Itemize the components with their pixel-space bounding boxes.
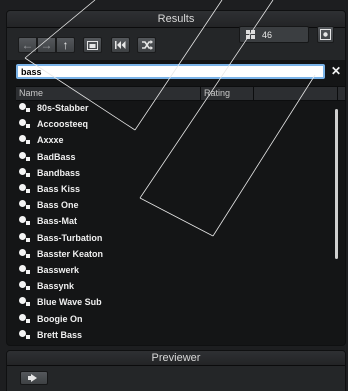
preset-icon [19, 151, 31, 162]
preset-icon [19, 200, 31, 210]
folder-icon [87, 40, 98, 50]
forward-button[interactable]: → [37, 37, 56, 53]
forward-arrow-icon: → [40, 38, 53, 52]
media-browser: Results ← → ↑ bass ✕ Name Rating 80s-Sta… [0, 0, 348, 391]
list-item-label: Bandbass [37, 167, 81, 178]
shuffle-icon [141, 40, 153, 50]
list-item[interactable]: Basster Keaton [16, 246, 334, 262]
list-item-label: Bass One [37, 200, 79, 211]
preset-icon [19, 232, 31, 243]
skip-back-button[interactable] [111, 37, 130, 53]
list-item[interactable]: Bandbass [16, 165, 334, 181]
preset-icon [19, 184, 31, 194]
list-item[interactable]: Bass-Turbation [16, 230, 334, 246]
result-count-box: 46 [239, 26, 309, 43]
results-scrollbar[interactable] [335, 101, 339, 341]
shuffle-button[interactable] [137, 37, 156, 53]
list-item[interactable]: Accoosteeq [16, 116, 334, 132]
preset-icon [19, 216, 31, 226]
column-header-name[interactable]: Name [16, 87, 201, 100]
back-button[interactable]: ← [18, 37, 37, 53]
preset-icon [19, 313, 31, 324]
list-item-label: Brett Bass [37, 329, 83, 340]
column-header-rating[interactable]: Rating [201, 87, 254, 100]
list-item[interactable]: Bass Kiss [16, 181, 334, 197]
search-input[interactable] [16, 64, 325, 79]
column-header-extra[interactable] [254, 87, 338, 100]
results-panel: Results ← → ↑ bass ✕ Name Rating 80s-Sta… [6, 10, 346, 346]
shuffle-group [137, 37, 156, 53]
results-list: 80s-Stabber Accoosteeq Axxxe BadBass Bandbas… [16, 100, 334, 344]
up-arrow-icon: ↑ [62, 38, 69, 52]
list-item[interactable]: BadBass [16, 149, 334, 165]
preset-icon [19, 297, 31, 307]
skip-back-icon [115, 41, 126, 49]
clear-search-button[interactable]: ✕ [330, 64, 342, 78]
folder-button[interactable] [83, 37, 102, 53]
list-item-label: 80s-Stabber [37, 103, 89, 114]
column-headers: Name Rating [16, 86, 345, 101]
list-item[interactable]: 80s-Stabber [16, 100, 334, 116]
list-item-label: Bass Kiss [37, 184, 81, 195]
list-item-label: Blue Wave Sub [37, 297, 102, 308]
list-item[interactable]: Bass One [16, 197, 334, 213]
list-item-label: Boogie On [37, 313, 83, 324]
list-item[interactable]: Brett Bass [16, 327, 334, 343]
list-item-label: Basster Keaton [37, 248, 104, 259]
previewer-panel: Previewer [6, 350, 346, 391]
preview-play-button[interactable] [20, 371, 48, 385]
preview-play-icon [28, 374, 37, 382]
back-arrow-icon: ← [21, 38, 34, 52]
search-row: ✕ [7, 61, 345, 81]
list-item[interactable]: Axxxe [16, 132, 334, 148]
previewer-title: Previewer [7, 351, 345, 366]
list-item[interactable]: Boogie On [16, 310, 334, 326]
list-item-label: Bassynk [37, 281, 75, 292]
skip-group [111, 37, 130, 53]
preset-icon [19, 103, 31, 113]
list-item-label: Axxxe [37, 135, 64, 146]
preset-icon [19, 119, 31, 129]
results-grid-icon [246, 29, 256, 40]
preset-icon [19, 248, 31, 259]
list-item-label: Basswerk [37, 264, 80, 275]
preset-icon [19, 167, 31, 178]
preset-icon [19, 281, 31, 291]
preset-icon [19, 264, 31, 275]
list-item[interactable]: Bass-Mat [16, 213, 334, 229]
list-item[interactable]: Bassynk [16, 278, 334, 294]
list-item[interactable]: Basswerk [16, 262, 334, 278]
result-count: 46 [262, 29, 273, 40]
settings-button[interactable] [317, 26, 334, 43]
list-item[interactable]: Blue Wave Sub [16, 294, 334, 310]
preset-icon [19, 329, 31, 340]
close-icon: ✕ [330, 64, 342, 78]
list-item-label: Accoosteeq [37, 119, 89, 130]
settings-icon [320, 29, 331, 40]
folder-group [83, 37, 102, 53]
preset-icon [19, 135, 31, 145]
scrollbar-thumb[interactable] [335, 109, 338, 259]
up-button[interactable]: ↑ [56, 37, 75, 53]
list-item-label: BadBass [37, 151, 76, 162]
list-item-label: Bass-Turbation [37, 232, 103, 243]
navigation-group: ← → ↑ [18, 37, 75, 53]
list-item-label: Bass-Mat [37, 216, 78, 227]
